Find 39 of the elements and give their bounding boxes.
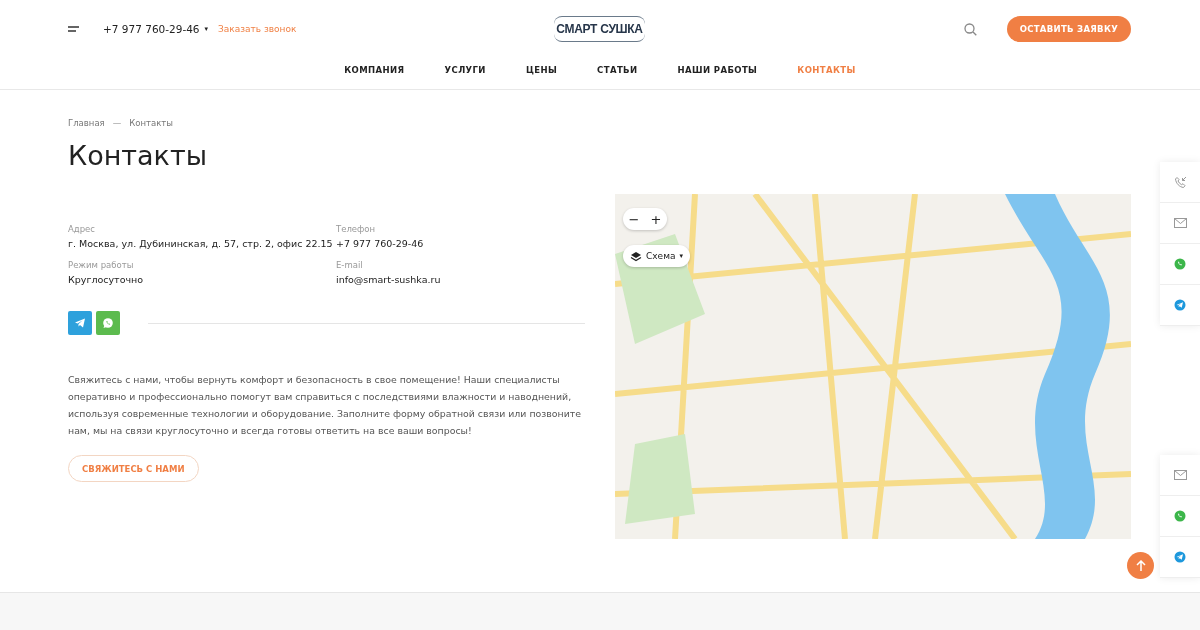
contact-value: +7 977 760-29-46 <box>336 238 425 249</box>
layers-icon <box>630 250 642 262</box>
contact-label: Телефон <box>336 224 377 234</box>
zoom-in-button[interactable]: + <box>645 208 667 230</box>
nav-link[interactable]: НАШИ РАБОТЫ <box>677 65 758 75</box>
logo[interactable]: СМАРТ СУШКА <box>554 16 645 42</box>
whatsapp-icon <box>102 317 114 329</box>
nav-link[interactable]: СТАТЬИ <box>597 65 638 75</box>
contact-value: г. Москва, ул. Дубининская, д. 57, стр. 2, офис 22.15 <box>68 238 334 249</box>
nav-link[interactable]: ЦЕНЫ <box>525 65 558 75</box>
contact-label: Адрес <box>68 224 96 234</box>
whatsapp-icon[interactable] <box>1174 258 1186 270</box>
menu-icon[interactable] <box>68 26 79 32</box>
phone-number[interactable]: +7 977 760-29-46 <box>103 23 200 35</box>
description-text: Свяжитесь с нами, чтобы вернуть комфорт и безопасность в свое помещение! Наши специалисты оперативно и профессионально помогут вам справиться с последствиями влажности и наводнений, используя современные технологии и оборудование. Заполните форму обратной связи или позвоните нам, мы на связи круглосуточно и всегда готовы ответить на все ваши вопросы! <box>68 373 582 438</box>
breadcrumb-link[interactable]: Главная <box>68 118 105 128</box>
page-title: Контакты <box>68 140 208 171</box>
breadcrumb-link[interactable]: Контакты <box>129 118 173 128</box>
mail-icon[interactable] <box>1173 218 1187 228</box>
telegram-icon[interactable] <box>1174 551 1186 563</box>
contact-label: E-mail <box>336 260 364 270</box>
phone-icon[interactable] <box>1173 175 1187 189</box>
contact-value: Круглосуточно <box>68 274 145 285</box>
contact-label: Режим работы <box>68 260 135 270</box>
zoom-out-button[interactable]: − <box>623 208 645 230</box>
whatsapp-button[interactable] <box>96 311 120 335</box>
nav-link[interactable]: УСЛУГИ <box>444 65 486 75</box>
mail-icon[interactable] <box>1173 470 1187 480</box>
map-drawing[interactable] <box>615 194 1131 539</box>
nav-link[interactable]: КОМПАНИЯ <box>344 65 405 75</box>
contact-value: info@smart-sushka.ru <box>336 274 442 285</box>
arrow-up-icon <box>1135 559 1146 572</box>
search-icon[interactable] <box>963 22 977 36</box>
telegram-icon[interactable] <box>1174 299 1186 311</box>
scroll-top-button[interactable] <box>1127 552 1154 579</box>
whatsapp-icon[interactable] <box>1174 510 1186 522</box>
telegram-button[interactable] <box>68 311 92 335</box>
breadcrumb-separator: — <box>112 118 122 128</box>
paper-plane-icon <box>74 317 86 329</box>
